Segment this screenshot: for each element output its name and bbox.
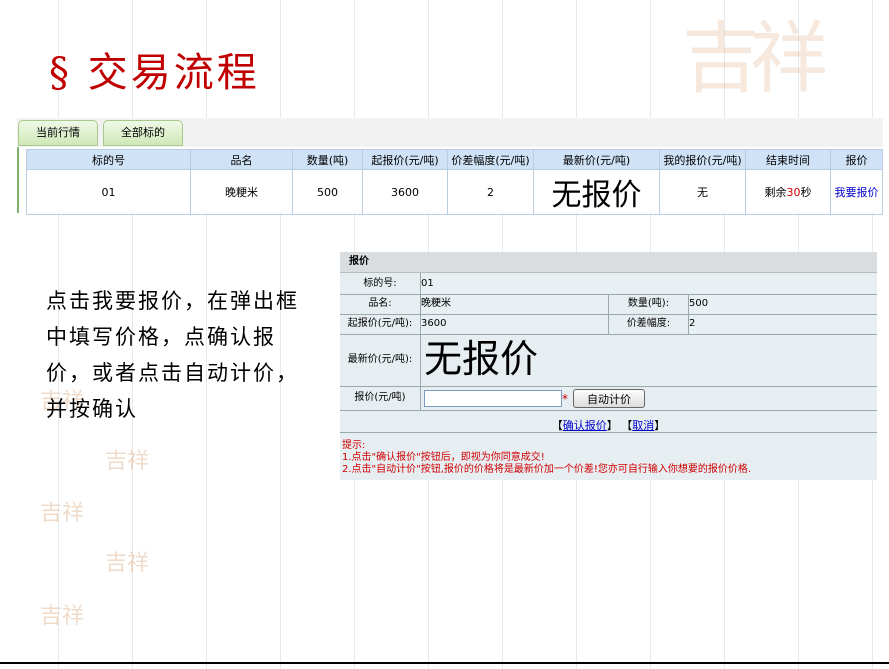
- divider: [340, 410, 877, 411]
- quote-price-input[interactable]: [424, 390, 562, 407]
- latest-price-label: 最新价(元/吨):: [340, 351, 420, 369]
- lot-label: 标的号:: [340, 275, 420, 293]
- dialog-actions: 【确认报价】 【取消】: [340, 417, 877, 433]
- remaining-suffix: 秒: [800, 186, 812, 199]
- latest-price-value: 无报价: [424, 337, 539, 381]
- decorative-seal-logo: 吉祥: [105, 449, 150, 474]
- quote-dialog: 报价 标的号: 01 品名: 晚粳米 数量(吨): 500 起报价(元/吨): …: [340, 252, 877, 480]
- column-header: 标的号: [26, 149, 191, 170]
- product-cell: 晚粳米: [190, 169, 293, 215]
- tab-current-market[interactable]: 当前行情: [18, 120, 98, 146]
- dialog-header: 报价: [340, 252, 877, 273]
- quote-label: 报价(元/吨): [340, 389, 420, 407]
- bracket-close: 】: [606, 419, 618, 432]
- footer-rule: [0, 662, 889, 664]
- decorative-seal-logo: 吉祥: [682, 14, 828, 104]
- confirm-quote-link[interactable]: 确认报价: [563, 419, 607, 432]
- action-cell: 我要报价: [830, 169, 883, 215]
- column-header: 报价: [830, 149, 883, 170]
- price-step-label: 价差幅度:: [609, 315, 688, 333]
- price-step-cell: 2: [447, 169, 534, 215]
- divider: [420, 273, 421, 410]
- auto-price-button[interactable]: 自动计价: [573, 389, 645, 408]
- column-header: 品名: [190, 149, 293, 170]
- start-price-label: 起报价(元/吨):: [340, 315, 420, 333]
- remaining-prefix: 剩余: [764, 186, 787, 199]
- decorative-seal-logo: 吉祥: [40, 604, 85, 629]
- product-value: 晚粳米: [421, 295, 607, 313]
- decorative-seal-logo: 吉祥: [40, 501, 85, 526]
- cancel-link[interactable]: 取消: [632, 419, 654, 432]
- quantity-label: 数量(吨):: [609, 295, 688, 313]
- column-header: 价差幅度(元/吨): [447, 149, 534, 170]
- remaining-seconds: 30: [786, 186, 801, 199]
- slide-title: § 交易流程: [49, 50, 260, 96]
- required-mark: *: [562, 392, 568, 406]
- quote-table: 标的号 品名 数量(吨) 起报价(元/吨) 价差幅度(元/吨) 最新价(元/吨)…: [26, 149, 883, 215]
- instruction-text: 点击我要报价，在弹出框中填写价格，点确认报价，或者点击自动计价，并按确认: [46, 289, 299, 421]
- start-price-cell: 3600: [362, 169, 448, 215]
- quantity-cell: 500: [292, 169, 363, 215]
- start-price-value: 3600: [421, 315, 607, 333]
- column-header: 数量(吨): [292, 149, 363, 170]
- hint-line-2: 2.点击"自动计价"按钮,报价的价格将是最新价加一个价差!您亦可自行输入你想要的…: [342, 464, 752, 475]
- column-header: 起报价(元/吨): [362, 149, 448, 170]
- hint-title: 提示:: [342, 440, 366, 451]
- quantity-value: 500: [689, 295, 875, 313]
- price-step-value: 2: [689, 315, 875, 333]
- column-header: 最新价(元/吨): [533, 149, 660, 170]
- table-row: 01 晚粳米 500 3600 2 无报价 无 剩余30秒 我要报价: [26, 169, 883, 215]
- decorative-seal-logo: 吉祥: [105, 551, 150, 576]
- my-quote-cell: 无: [659, 169, 746, 215]
- dialog-title: 报价: [349, 256, 369, 267]
- tab-all-lots[interactable]: 全部标的: [103, 120, 183, 146]
- lot-number-cell: 01: [26, 169, 191, 215]
- make-quote-link[interactable]: 我要报价: [835, 186, 879, 199]
- bracket-open: 【: [551, 419, 563, 432]
- latest-price-cell: 无报价: [533, 169, 660, 215]
- table-header-row: 标的号 品名 数量(吨) 起报价(元/吨) 价差幅度(元/吨) 最新价(元/吨)…: [26, 149, 883, 170]
- bracket-open: 【: [621, 419, 633, 432]
- hint-block: 提示: 1.点击"确认报价"按钮后，即视为你同意成交! 2.点击"自动计价"按钮…: [342, 440, 751, 476]
- hint-line-1: 1.点击"确认报价"按钮后，即视为你同意成交!: [342, 452, 545, 463]
- bracket-close: 】: [654, 419, 666, 432]
- lot-value: 01: [421, 275, 875, 293]
- column-header: 我的报价(元/吨): [659, 149, 746, 170]
- end-time-cell: 剩余30秒: [745, 169, 831, 215]
- column-header: 结束时间: [745, 149, 831, 170]
- product-label: 品名:: [340, 295, 420, 313]
